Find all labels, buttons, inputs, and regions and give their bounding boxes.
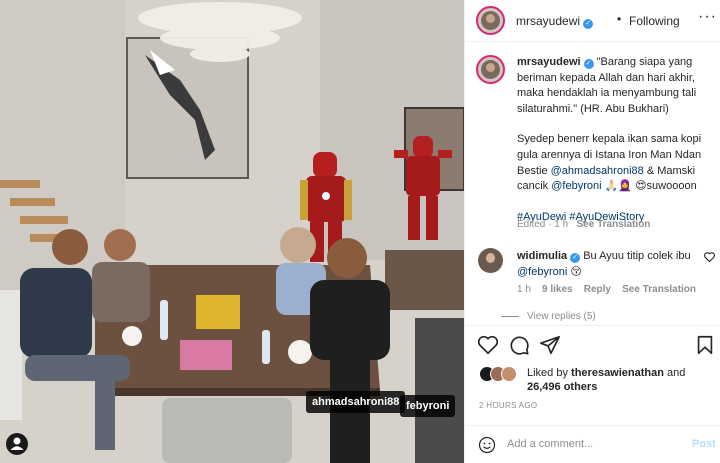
emoji-smiley-icon[interactable]: [478, 436, 496, 454]
comment-item: widimulia ✓ Bu Ayuu titip colek ibu @feby…: [517, 249, 697, 280]
comment-mention-febyroni[interactable]: @febyroni: [517, 266, 567, 278]
comment-likes-count[interactable]: 9 likes: [542, 284, 573, 295]
caption-username[interactable]: mrsayudewi: [517, 56, 581, 68]
more-options-icon[interactable]: ···: [698, 8, 717, 26]
author-username[interactable]: mrsayudewi ✓: [516, 14, 594, 29]
photo-tag-ahmadsahroni88[interactable]: ahmadsahroni88: [306, 391, 406, 413]
comment-see-translation[interactable]: See Translation: [622, 284, 696, 295]
verified-badge-icon: ✓: [583, 59, 594, 69]
liked-by-text: Liked by theresawienathan and 26,496 oth…: [527, 366, 717, 394]
post-time-ago[interactable]: 2 HOURS AGO: [479, 401, 537, 410]
action-bar: [465, 325, 720, 361]
caption-see-translation[interactable]: See Translation: [577, 219, 651, 230]
verified-badge-icon: ✓: [583, 19, 594, 29]
like-heart-icon[interactable]: [477, 334, 499, 356]
comment-meta: 1 h 9 likes Reply See Translation: [517, 284, 696, 295]
caption-time[interactable]: 1 h: [554, 219, 568, 230]
add-comment-bar: Post: [465, 425, 720, 463]
post-sidebar: mrsayudewi ✓ • Following ··· mrsayudewi ✓ …: [464, 0, 720, 463]
mention-febyroni[interactable]: @febyroni: [551, 180, 601, 192]
mention-ahmadsahroni88[interactable]: @ahmadsahroni88: [551, 165, 644, 177]
commenter-avatar[interactable]: [478, 248, 503, 273]
comment-text: Bu Ayuu titip colek ibu: [583, 250, 691, 262]
comment-emoji: 😚: [570, 265, 582, 278]
comment-bubble-icon[interactable]: [508, 334, 530, 356]
caption-body-3: suwoooon: [646, 180, 697, 193]
photo-tag-febyroni[interactable]: febyroni: [400, 395, 456, 417]
caption-emojis: 🙏🏻🧕 😍: [604, 180, 647, 193]
post-header: mrsayudewi ✓ • Following ···: [465, 0, 720, 42]
comment-username[interactable]: widimulia: [517, 250, 567, 262]
post-comment-button[interactable]: Post: [692, 438, 716, 450]
caption-status: Edited: [517, 219, 546, 230]
comment-like-heart-icon[interactable]: [704, 252, 715, 265]
author-username-text[interactable]: mrsayudewi: [516, 14, 580, 28]
comment-reply-button[interactable]: Reply: [584, 284, 611, 295]
view-replies-button[interactable]: View replies (5): [527, 311, 596, 322]
person-tag-icon[interactable]: [6, 433, 28, 455]
liker-avatar-3: [501, 366, 517, 382]
liked-by-and: and: [667, 367, 686, 379]
caption-author-avatar[interactable]: [476, 55, 505, 84]
save-bookmark-icon[interactable]: [694, 334, 716, 356]
liked-by-prefix: Liked by: [527, 367, 568, 379]
following-button[interactable]: Following: [629, 14, 680, 28]
author-avatar[interactable]: [476, 6, 505, 35]
likes-count[interactable]: 26,496 others: [527, 381, 597, 393]
header-separator: •: [617, 12, 622, 26]
comment-time[interactable]: 1 h: [517, 284, 531, 295]
post-caption: mrsayudewi ✓ "Barang siapa yang beriman k…: [517, 55, 715, 240]
liked-by-user[interactable]: theresawienathan: [571, 367, 664, 379]
share-send-icon[interactable]: [539, 334, 561, 356]
caption-meta: Edited · 1 h See Translation: [517, 219, 651, 230]
post-photo[interactable]: ahmadsahroni88 febyroni: [0, 0, 464, 463]
add-comment-input[interactable]: [507, 438, 677, 450]
liked-by-avatars[interactable]: [479, 366, 523, 384]
verified-badge-icon: ✓: [570, 253, 581, 263]
